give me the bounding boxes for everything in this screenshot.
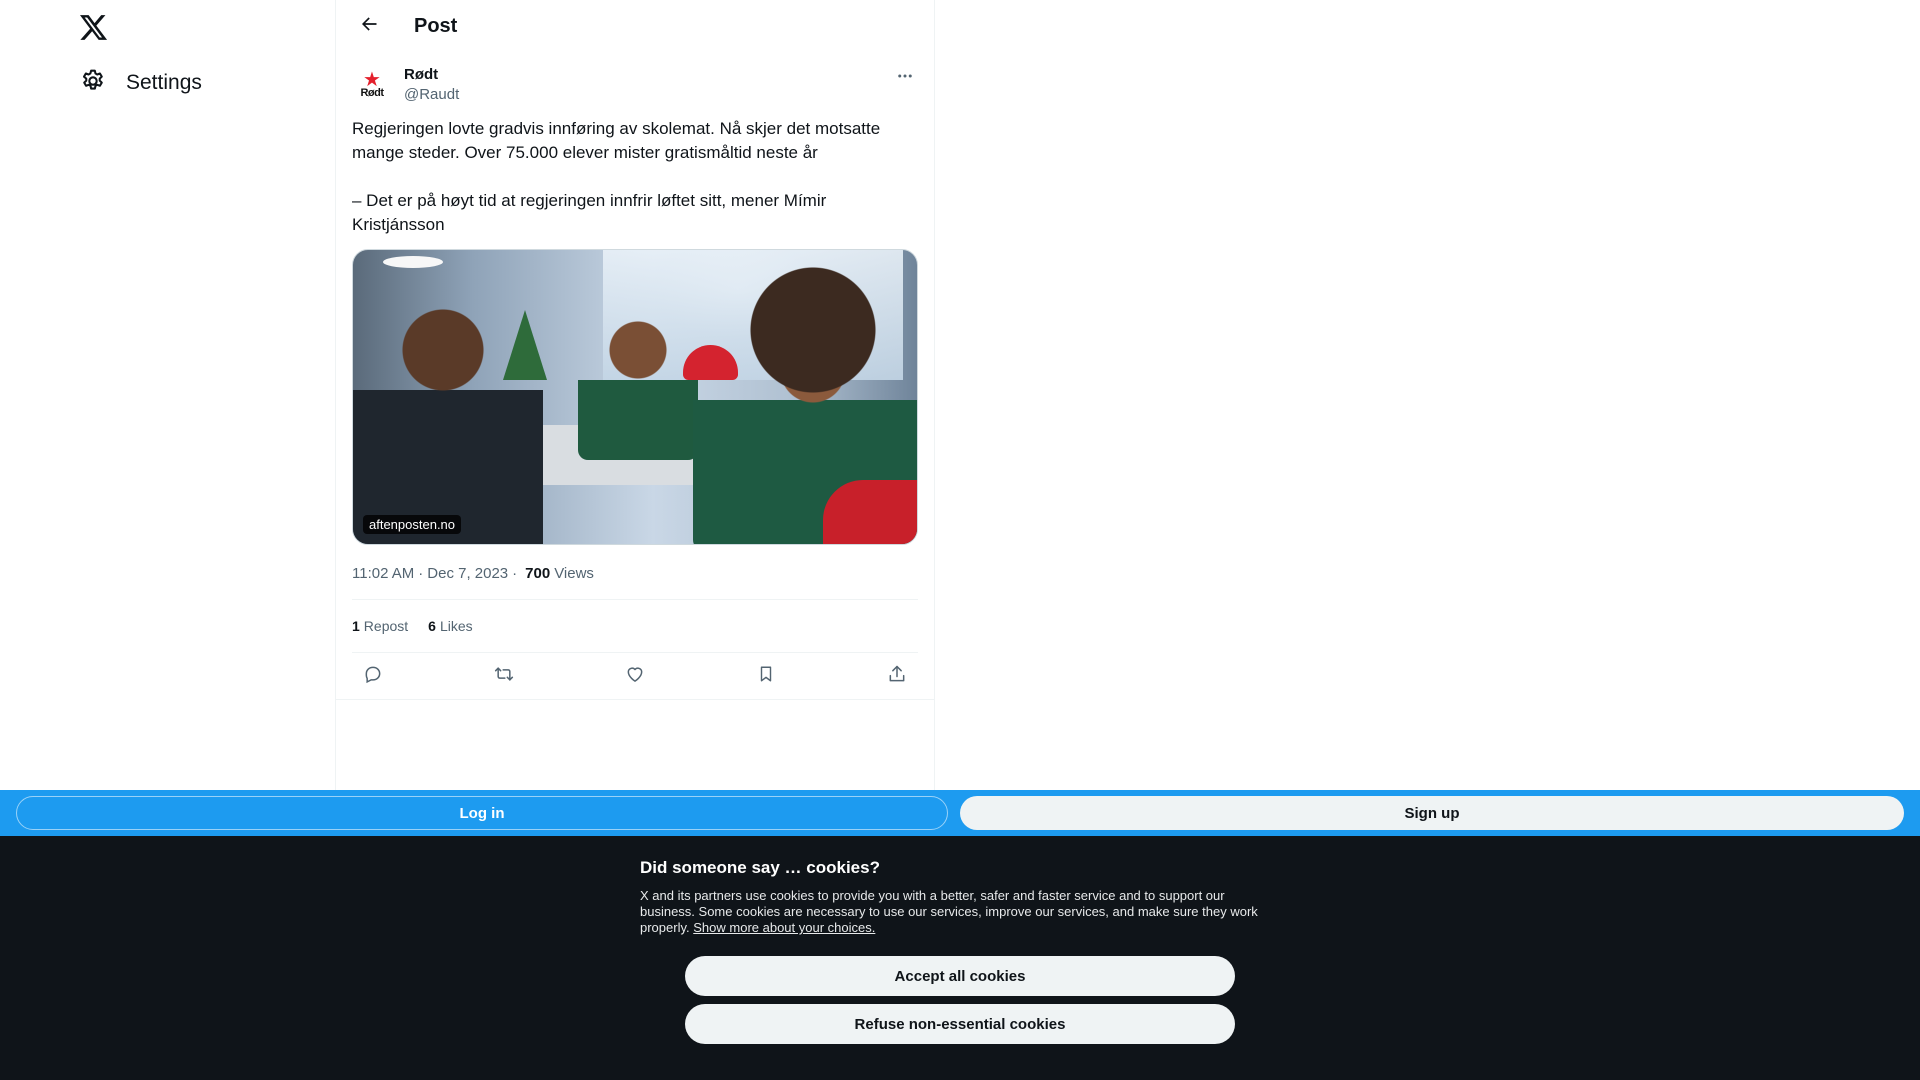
gear-icon xyxy=(80,68,106,99)
share-icon xyxy=(887,664,907,689)
likes-stat[interactable]: 6 Likes xyxy=(428,618,472,634)
back-button[interactable] xyxy=(352,10,386,44)
app-root: Settings Post ★ Rødt Rødt @Raudt Regjeri… xyxy=(0,0,1920,1080)
left-nav: Settings xyxy=(0,0,335,790)
photo-ceiling-light xyxy=(383,256,443,268)
like-icon xyxy=(625,664,645,689)
photo-red-chair xyxy=(823,480,917,544)
media-source-label: aftenposten.no xyxy=(363,515,462,534)
author-display-name[interactable]: Rødt xyxy=(404,65,459,85)
reposts-label: Repost xyxy=(363,618,409,634)
like-button[interactable] xyxy=(618,659,652,693)
divider xyxy=(336,699,934,700)
likes-label: Likes xyxy=(439,618,473,634)
avatar-brand-text: Rødt xyxy=(360,86,384,99)
meta-separator: · xyxy=(512,564,518,582)
cookie-title: Did someone say … cookies? xyxy=(640,858,880,877)
arrow-left-icon xyxy=(359,14,379,39)
post-text: Regjeringen lovte gradvis innføring av s… xyxy=(352,119,881,234)
post-media-card[interactable]: aftenposten.no xyxy=(352,249,918,545)
meta-separator: · xyxy=(418,564,424,582)
share-button[interactable] xyxy=(880,659,914,693)
author-names: Rødt @Raudt xyxy=(404,65,459,104)
login-bar: Log in Sign up xyxy=(0,790,1920,836)
bookmark-button[interactable] xyxy=(749,659,783,693)
reply-button[interactable] xyxy=(356,659,390,693)
views-count: 700 xyxy=(525,564,551,582)
accept-cookies-button[interactable]: Accept all cookies xyxy=(685,956,1235,996)
bookmark-icon xyxy=(757,664,775,689)
more-options-button[interactable] xyxy=(892,65,918,91)
reposts-count: 1 xyxy=(352,618,360,634)
page-header: Post xyxy=(336,0,934,53)
post: ★ Rødt Rødt @Raudt Regjeringen lovte gra… xyxy=(336,65,934,700)
reposts-stat[interactable]: 1 Repost xyxy=(352,618,408,634)
post-date[interactable]: Dec 7, 2023 xyxy=(427,565,508,582)
nav-settings-link[interactable]: Settings xyxy=(68,62,214,104)
post-meta: 11:02 AM · Dec 7, 2023 · 700 Views xyxy=(352,563,918,583)
views-label: Views xyxy=(554,564,594,582)
cookie-banner: Did someone say … cookies? X and its par… xyxy=(0,836,1920,1080)
signup-button[interactable]: Sign up xyxy=(960,796,1904,830)
post-time[interactable]: 11:02 AM xyxy=(352,565,414,582)
more-dots-icon xyxy=(896,67,914,90)
photo-person-left xyxy=(353,290,543,544)
cookie-choices-link[interactable]: Show more about your choices. xyxy=(693,920,875,935)
post-column: Post ★ Rødt Rødt @Raudt Regjeringen lovt… xyxy=(335,0,935,790)
post-author-row: ★ Rødt Rødt @Raudt xyxy=(352,65,918,105)
repost-button[interactable] xyxy=(487,659,521,693)
post-stats: 1 Repost 6 Likes xyxy=(352,600,918,652)
page-title: Post xyxy=(414,15,458,37)
repost-icon xyxy=(493,664,515,689)
post-actions xyxy=(352,653,918,699)
avatar[interactable]: ★ Rødt xyxy=(352,65,392,105)
cookie-content: Did someone say … cookies? X and its par… xyxy=(640,856,1260,936)
red-star-icon: ★ xyxy=(363,68,381,91)
reply-icon xyxy=(363,664,383,689)
x-logo-icon[interactable] xyxy=(78,12,110,44)
author-handle[interactable]: @Raudt xyxy=(404,85,459,104)
refuse-cookies-button[interactable]: Refuse non-essential cookies xyxy=(685,1004,1235,1044)
likes-count: 6 xyxy=(428,618,436,634)
cookie-description: X and its partners use cookies to provid… xyxy=(640,888,1260,936)
login-button[interactable]: Log in xyxy=(16,796,948,830)
photo-person-middle xyxy=(578,310,698,460)
nav-settings-label: Settings xyxy=(126,71,202,94)
